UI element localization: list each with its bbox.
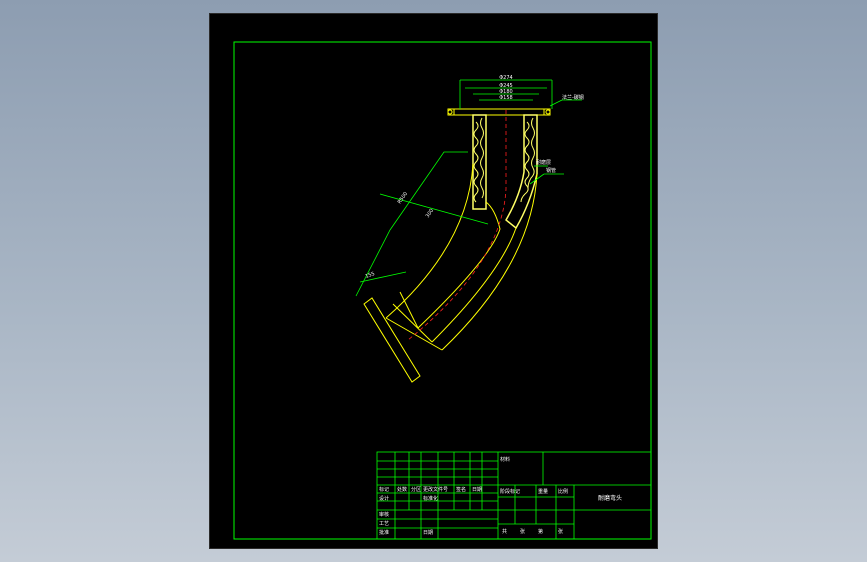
callout-flange: 法兰-碳钢 <box>562 94 584 101</box>
centerline <box>407 110 507 341</box>
tb-date: 日期 <box>472 487 482 493</box>
tb-date2: 日期 <box>423 530 433 536</box>
dim-inner: 300 <box>425 208 435 219</box>
tb-weight: 重量 <box>538 488 548 495</box>
dim-top4: Φ158 <box>499 95 512 101</box>
dim-top1: Φ274 <box>499 75 512 81</box>
side-dimensions <box>355 151 489 297</box>
tb-total: 共 <box>502 528 507 535</box>
tb-mark: 标记 <box>379 486 389 493</box>
bottom-flange <box>363 297 421 383</box>
tb-standard: 标准化 <box>423 495 438 502</box>
tb-scale: 比例 <box>558 488 568 495</box>
lining-right <box>505 114 538 230</box>
tb-doc: 更改文件号 <box>423 486 448 493</box>
dim-radius: R500 <box>397 191 409 205</box>
top-flange <box>447 108 551 116</box>
drawing-title: 耐磨弯头 <box>598 494 622 502</box>
tb-sheet2: 张 <box>558 528 563 535</box>
callout-layer1: 耐磨层 <box>536 159 551 166</box>
tb-sheet: 张 <box>520 528 525 535</box>
tb-stage: 阶段标记 <box>500 488 520 495</box>
cad-drawing: Φ274 Φ245 Φ180 Φ158 法兰-碳钢 R500 300 155 耐… <box>233 41 652 540</box>
tb-count: 处数 <box>397 486 407 493</box>
elbow-body <box>385 163 538 351</box>
tb-approve: 批准 <box>379 529 389 536</box>
callout-layer2: 钢管 <box>546 167 556 174</box>
tb-no: 第 <box>538 528 543 535</box>
tb-material: 材料 <box>500 456 510 463</box>
tb-process: 工艺 <box>379 521 389 527</box>
inner-frame <box>233 41 652 540</box>
tb-design: 设计 <box>379 495 389 502</box>
tb-sign: 签名 <box>456 486 466 493</box>
lining-left <box>472 114 487 210</box>
tb-zone: 分区 <box>411 486 421 493</box>
tb-check: 审核 <box>379 511 389 518</box>
drawing-sheet: Φ274 Φ245 Φ180 Φ158 法兰-碳钢 R500 300 155 耐… <box>209 13 658 549</box>
dim-bottom: 155 <box>365 271 376 280</box>
